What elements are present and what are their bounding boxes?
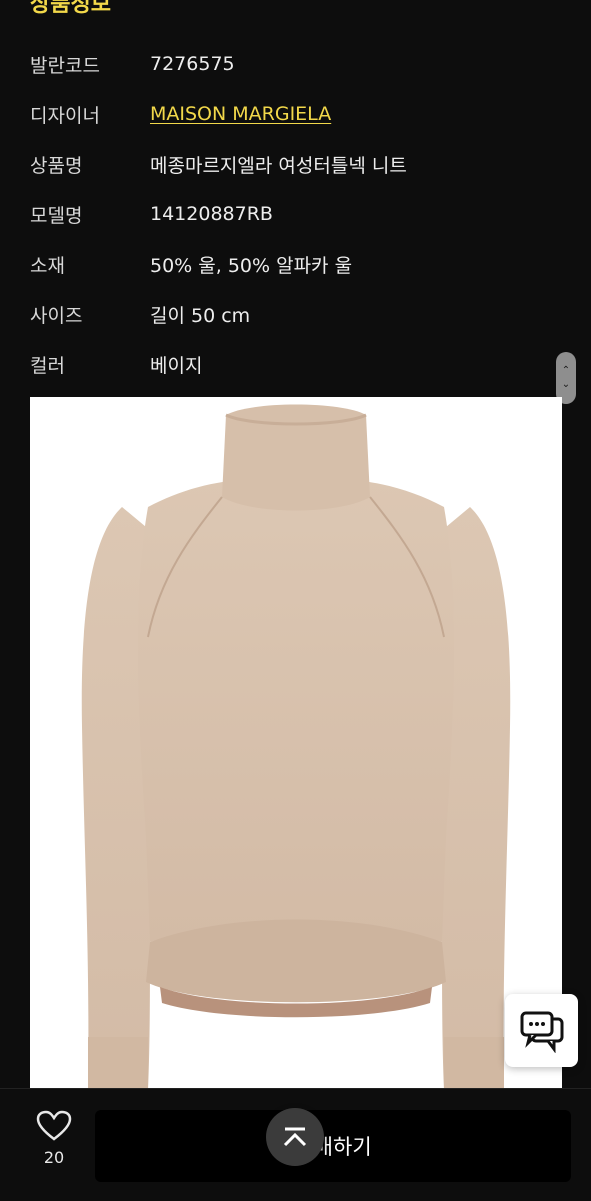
info-row-color: 컬러 베이지 — [30, 349, 550, 379]
info-label: 디자이너 — [30, 104, 100, 127]
info-label: 사이즈 — [30, 304, 83, 327]
chat-bubble-icon — [520, 1011, 563, 1053]
scroll-top-icon — [283, 1127, 307, 1147]
info-label: 컬러 — [30, 354, 65, 377]
chat-button[interactable] — [505, 994, 578, 1067]
designer-link[interactable]: MAISON MARGIELA — [150, 103, 331, 125]
info-label: 상품명 — [30, 154, 83, 177]
wishlist-count: 20 — [43, 1148, 65, 1167]
info-row-product-name: 상품명 메종마르지엘라 여성터틀넥 니트 — [30, 149, 550, 179]
info-label: 발란코드 — [30, 54, 100, 77]
product-image — [30, 397, 562, 1090]
info-row-designer: 디자이너 MAISON MARGIELA — [30, 99, 550, 129]
info-value: 7276575 — [150, 53, 235, 75]
purchase-button[interactable]: 구매하기 — [95, 1110, 571, 1182]
info-label: 소재 — [30, 254, 65, 277]
heart-icon — [36, 1110, 72, 1141]
section-title: 상품정보 — [30, 0, 111, 17]
info-value: 베이지 — [150, 354, 203, 377]
sweater-image-icon — [81, 404, 511, 1090]
info-row-size: 사이즈 길이 50 cm — [30, 299, 550, 329]
chevron-up-icon: ⌃ — [561, 365, 571, 376]
info-row-model: 모델명 14120887RB — [30, 199, 550, 229]
info-value: 50% 울, 50% 알파카 울 — [150, 254, 353, 277]
info-value: 메종마르지엘라 여성터틀넥 니트 — [150, 154, 407, 177]
chevron-down-icon: ⌄ — [561, 379, 571, 390]
info-label: 모델명 — [30, 204, 83, 227]
scroll-to-top-button[interactable] — [266, 1108, 324, 1166]
info-row-code: 발란코드 7276575 — [30, 49, 550, 79]
info-row-material: 소재 50% 울, 50% 알파카 울 — [30, 249, 550, 279]
wishlist-button[interactable]: 20 — [22, 1110, 86, 1180]
info-value: 14120887RB — [150, 203, 273, 225]
info-value: 길이 50 cm — [150, 304, 251, 327]
